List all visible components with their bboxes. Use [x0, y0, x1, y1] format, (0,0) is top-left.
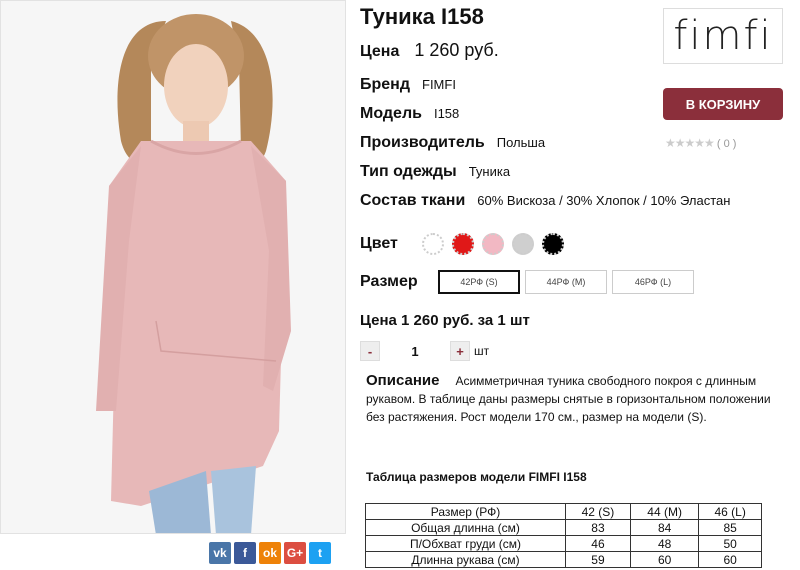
table-header-row: Размер (РФ) 42 (S) 44 (M) 46 (L): [365, 503, 762, 520]
attr-label: Производитель: [360, 134, 485, 151]
table-cell: Длинна рукава (см): [365, 551, 566, 568]
product-photo-illustration: [1, 1, 345, 533]
color-swatch-white[interactable]: [422, 233, 444, 255]
attr-value: I158: [433, 106, 460, 121]
rating-count: ( 0 ): [716, 138, 737, 150]
price-value: 1 260 руб.: [414, 40, 499, 60]
table-cell: 83: [565, 519, 631, 536]
quantity-stepper: - 1 + шт: [360, 341, 489, 361]
description-label: Описание: [366, 372, 440, 389]
rating[interactable]: ★★★★★ ( 0 ): [665, 136, 736, 150]
table-cell: 85: [698, 519, 762, 536]
attr-value: Польша: [496, 135, 546, 150]
color-swatch-black[interactable]: [542, 233, 564, 255]
color-selector: Цвет: [360, 233, 572, 255]
quantity-unit: шт: [474, 344, 490, 358]
size-table: Размер (РФ) 42 (S) 44 (M) 46 (L) Общая д…: [365, 503, 762, 568]
facebook-icon[interactable]: f: [234, 542, 256, 564]
quantity-plus-button[interactable]: +: [450, 341, 470, 361]
table-cell: 59: [565, 551, 631, 568]
size-selector: Размер 42РФ (S) 44РФ (M) 46РФ (L): [360, 270, 699, 294]
price-line: Цена 1 260 руб.: [360, 40, 499, 61]
description: Описание Асимметричная туника свободного …: [366, 372, 792, 426]
product-photo[interactable]: [0, 0, 346, 534]
table-cell: П/Обхват груди (см): [365, 535, 566, 552]
table-cell: 48: [629, 535, 700, 552]
attr-label: Модель: [360, 105, 422, 122]
attr-value: Туника: [468, 164, 511, 179]
twitter-icon[interactable]: t: [309, 542, 331, 564]
table-row: П/Обхват груди (см) 46 48 50: [365, 535, 762, 552]
brand-logo[interactable]: fimfi: [663, 8, 783, 64]
size-option-l[interactable]: 46РФ (L): [612, 270, 694, 294]
rating-stars-icon[interactable]: ★★★★★: [665, 136, 715, 150]
table-row: Общая длинна (см) 83 84 85: [365, 519, 762, 536]
color-label: Цвет: [360, 235, 398, 252]
table-header-cell: Размер (РФ): [365, 503, 566, 520]
price-label: Цена: [360, 43, 400, 60]
table-cell: 60: [629, 551, 700, 568]
attr-value: 60% Вискоза / 30% Хлопок / 10% Эластан: [477, 193, 731, 208]
attr-model: Модель I158: [360, 105, 459, 123]
share-buttons: vk f ok G+ t: [209, 542, 331, 564]
product-title: Туника I158: [360, 4, 484, 29]
table-header-cell: 46 (L): [698, 503, 762, 520]
attr-fabric: Состав ткани 60% Вискоза / 30% Хлопок / 1…: [360, 192, 730, 210]
attr-label: Бренд: [360, 76, 410, 93]
table-cell: 84: [629, 519, 700, 536]
color-swatch-red[interactable]: [452, 233, 474, 255]
table-cell: 46: [565, 535, 631, 552]
table-cell: 50: [698, 535, 762, 552]
google-plus-icon[interactable]: G+: [284, 542, 306, 564]
odnoklassniki-icon[interactable]: ok: [259, 542, 281, 564]
size-option-m[interactable]: 44РФ (M): [525, 270, 607, 294]
attr-value: FIMFI: [422, 77, 456, 92]
table-row: Длинна рукава (см) 59 60 60: [365, 551, 762, 568]
price-per-unit: Цена 1 260 руб. за 1 шт: [360, 312, 530, 329]
table-cell: 60: [698, 551, 762, 568]
attr-label: Состав ткани: [360, 192, 466, 209]
size-label: Размер: [360, 273, 418, 290]
vk-icon[interactable]: vk: [209, 542, 231, 564]
table-header-cell: 42 (S): [565, 503, 631, 520]
table-header-cell: 44 (M): [629, 503, 700, 520]
quantity-value[interactable]: 1: [380, 344, 450, 359]
quantity-minus-button[interactable]: -: [360, 341, 380, 361]
color-swatch-pink[interactable]: [482, 233, 504, 255]
attr-clothing-type: Тип одежды Туника: [360, 163, 510, 181]
attr-brand: Бренд FIMFI: [360, 76, 456, 94]
attr-label: Тип одежды: [360, 163, 457, 180]
color-swatch-gray[interactable]: [512, 233, 534, 255]
size-table-title: Таблица размеров модели FIMFI I158: [366, 470, 587, 484]
size-option-s[interactable]: 42РФ (S): [438, 270, 520, 294]
table-cell: Общая длинна (см): [365, 519, 566, 536]
attr-manufacturer: Производитель Польша: [360, 134, 545, 152]
add-to-cart-button[interactable]: В КОРЗИНУ: [663, 88, 783, 120]
